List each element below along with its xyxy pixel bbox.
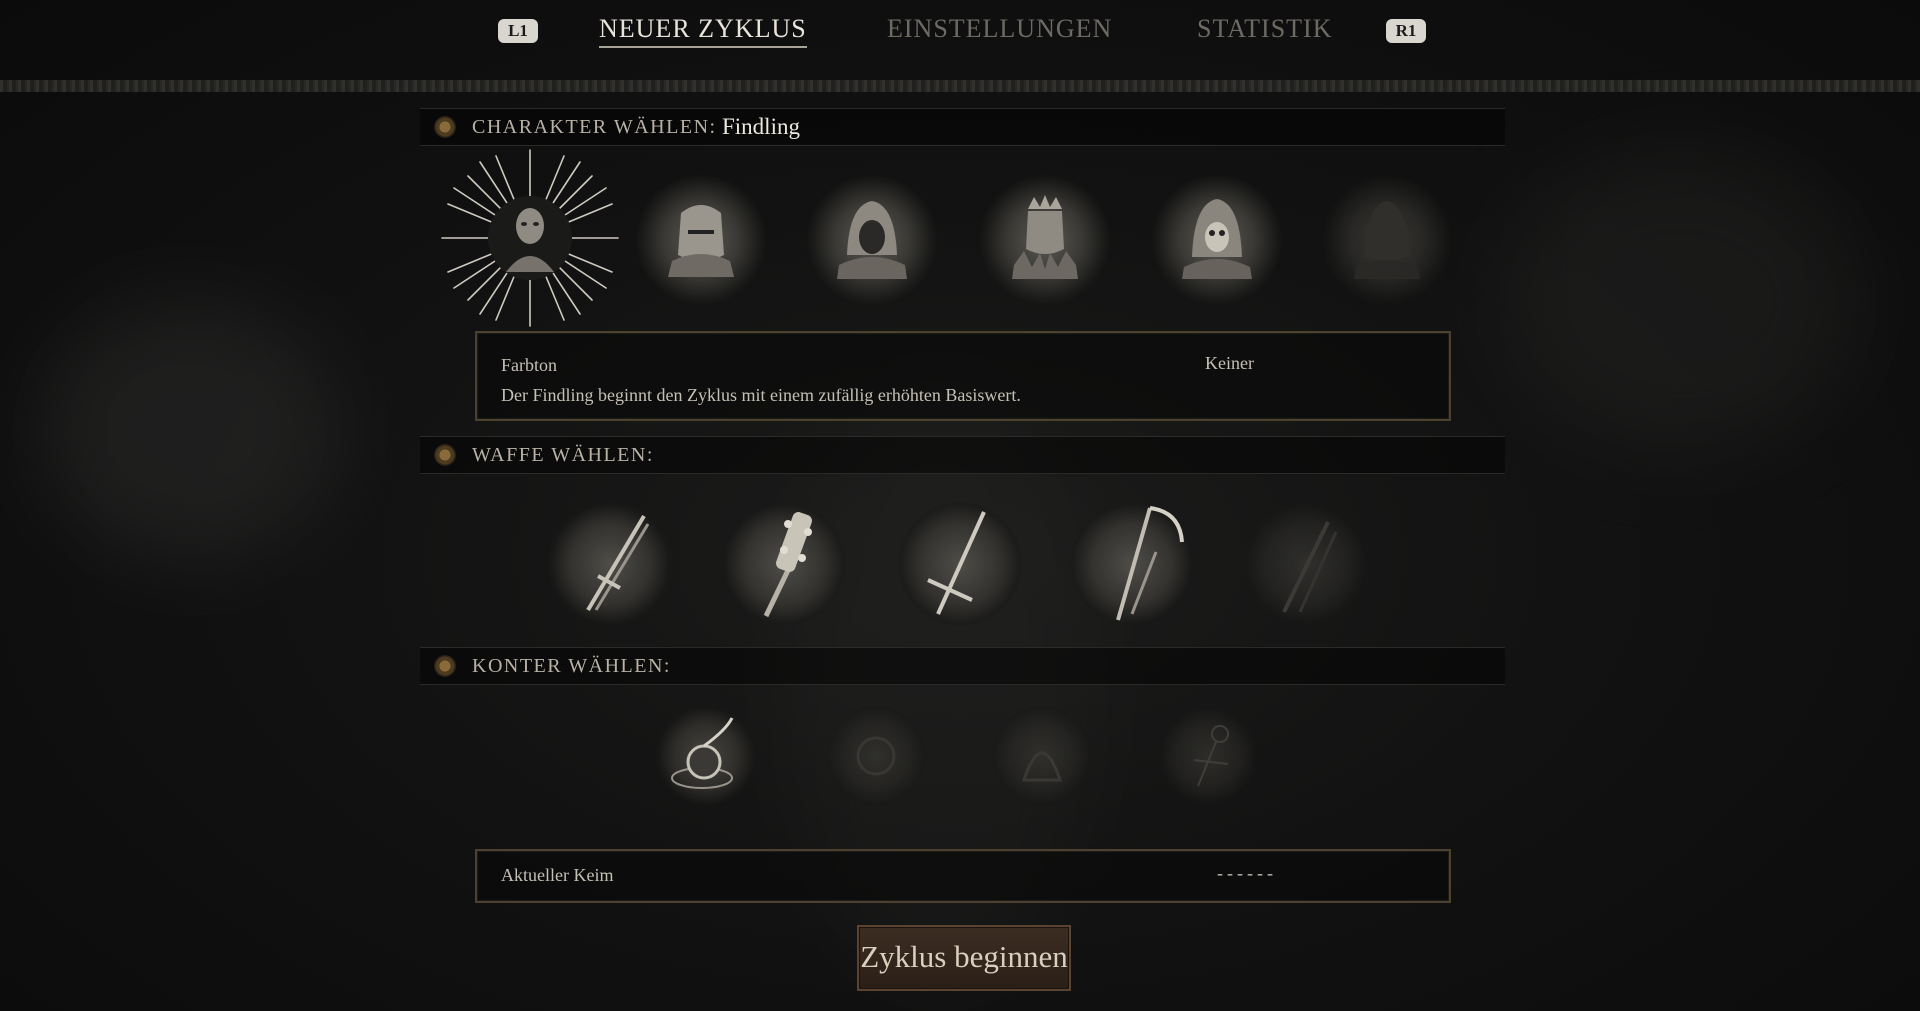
selected-character-name: Findling xyxy=(722,114,800,139)
character-section-header: CHARAKTER WÄHLEN: Findling xyxy=(420,108,1505,146)
spiral-counter[interactable] xyxy=(656,706,756,806)
divider-rule xyxy=(0,80,1920,92)
twin-blade-icon xyxy=(586,514,650,612)
findling-portrait[interactable] xyxy=(440,148,620,328)
hooded-portrait[interactable] xyxy=(807,175,937,305)
character-info-box: Farbton Keiner Der Findling beginnt den … xyxy=(475,331,1451,421)
weapon-header-label: WAFFE WÄHLEN: xyxy=(472,444,654,466)
scythe-weapon[interactable] xyxy=(1070,502,1194,626)
crowned-figure-icon xyxy=(1012,195,1078,279)
radiant-rays-icon xyxy=(441,149,619,327)
background-stain xyxy=(40,300,340,560)
locked-counter-1[interactable] xyxy=(826,706,926,806)
locked-portrait[interactable] xyxy=(1322,175,1452,305)
l1-button[interactable]: L1 xyxy=(498,19,538,43)
emblem-icon xyxy=(434,444,456,466)
locked-counter-icon xyxy=(1193,725,1229,787)
tab-einstellungen[interactable]: EINSTELLUNGEN xyxy=(887,14,1112,44)
counter-section-header: KONTER WÄHLEN: xyxy=(420,647,1505,685)
locked-weapon-icon xyxy=(1282,521,1338,613)
longsword-weapon[interactable] xyxy=(898,502,1022,626)
counter-header-label: KONTER WÄHLEN: xyxy=(472,655,671,677)
locked-counter-icon xyxy=(856,736,896,776)
knight-helm-icon xyxy=(668,205,734,277)
farbton-label: Farbton xyxy=(501,355,557,375)
seed-box: Aktueller Keim ------ xyxy=(475,849,1451,903)
spiral-counter-icon xyxy=(671,717,734,789)
seed-label: Aktueller Keim xyxy=(501,865,614,885)
background-stain xyxy=(1500,150,1860,450)
start-cycle-button[interactable]: Zyklus beginnen xyxy=(857,925,1071,991)
longsword-icon xyxy=(927,511,986,615)
weapon-section-header: WAFFE WÄHLEN: xyxy=(420,436,1505,474)
tab-statistik[interactable]: STATISTIK xyxy=(1197,14,1332,44)
twin-blade-weapon[interactable] xyxy=(548,502,672,626)
scythe-icon xyxy=(1116,506,1184,621)
tab-neuer-zyklus[interactable]: NEUER ZYKLUS xyxy=(599,14,807,48)
r1-button[interactable]: R1 xyxy=(1386,19,1426,43)
locked-counter-3[interactable] xyxy=(1158,706,1258,806)
locked-counter-icon xyxy=(1021,751,1063,782)
crowned-portrait[interactable] xyxy=(980,175,1110,305)
skull-hood-portrait[interactable] xyxy=(1152,175,1282,305)
locked-figure-icon xyxy=(1354,201,1420,279)
emblem-icon xyxy=(434,655,456,677)
character-header-label: CHARAKTER WÄHLEN: xyxy=(472,116,717,138)
spiked-mace-icon xyxy=(763,512,812,618)
spiked-mace-weapon[interactable] xyxy=(722,502,846,626)
skull-hood-icon xyxy=(1182,199,1252,279)
emblem-icon xyxy=(434,116,456,138)
farbton-value: Keiner xyxy=(1205,353,1254,373)
character-description: Der Findling beginnt den Zyklus mit eine… xyxy=(501,385,1021,405)
locked-weapon[interactable] xyxy=(1244,502,1368,626)
locked-counter-2[interactable] xyxy=(992,706,1092,806)
seed-value: ------ xyxy=(1217,863,1277,883)
hooded-figure-icon xyxy=(837,201,907,279)
top-navigation: L1 NEUER ZYKLUS EINSTELLUNGEN STATISTIK … xyxy=(0,0,1920,70)
knight-helm-portrait[interactable] xyxy=(636,175,766,305)
